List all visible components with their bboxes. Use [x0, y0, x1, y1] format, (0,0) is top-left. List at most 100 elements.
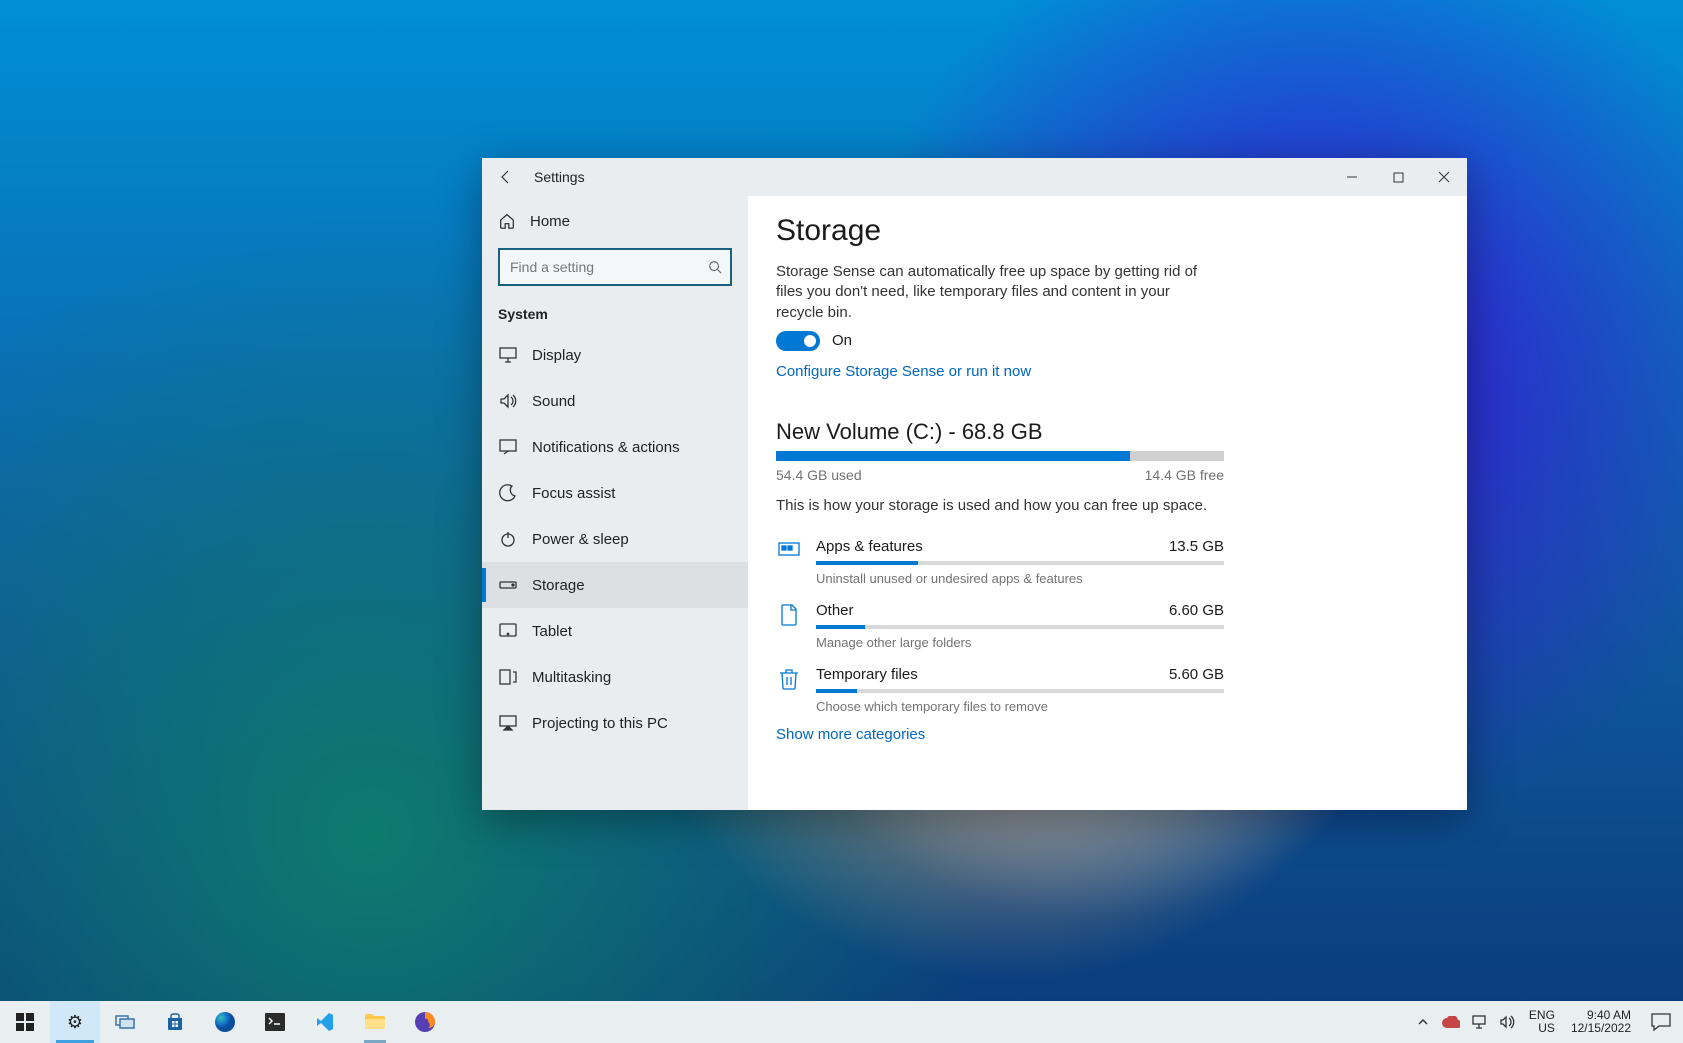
sidebar-item-power-sleep[interactable]: Power & sleep: [482, 516, 748, 562]
sidebar-item-label: Tablet: [532, 623, 572, 640]
category-icon: [776, 602, 802, 650]
tray-network[interactable]: [1465, 1015, 1493, 1029]
volume-used-label: 54.4 GB used: [776, 467, 862, 483]
power-sleep-icon: [498, 530, 518, 548]
multitasking-icon: [498, 669, 518, 685]
category-subtext: Manage other large folders: [816, 635, 1224, 650]
tray-language[interactable]: ENG US: [1521, 1009, 1563, 1035]
sidebar-item-display[interactable]: Display: [482, 332, 748, 378]
window-title: Settings: [534, 169, 585, 185]
page-title: Storage: [776, 214, 1439, 248]
sidebar-item-label: Multitasking: [532, 669, 611, 686]
storage-categories: Apps & features 13.5 GB Uninstall unused o…: [776, 528, 1224, 720]
category-bar-fill: [816, 561, 918, 565]
category-subtext: Choose which temporary files to remove: [816, 699, 1224, 714]
sidebar-item-sound[interactable]: Sound: [482, 378, 748, 424]
taskbar-app-firefox[interactable]: [400, 1001, 450, 1043]
cloud-icon: [1442, 1016, 1460, 1028]
terminal-icon: [265, 1013, 285, 1031]
category-bar: [816, 561, 1224, 565]
taskbar-app-file-explorer[interactable]: [350, 1001, 400, 1043]
taskbar-app-edge[interactable]: [200, 1001, 250, 1043]
back-button[interactable]: [482, 158, 530, 196]
volume-usage-subtext: This is how your storage is used and how…: [776, 497, 1439, 514]
taskbar: ⚙ ENG US 9:40 A: [0, 1001, 1683, 1043]
category-icon: [776, 666, 802, 714]
storage-category-row[interactable]: Apps & features 13.5 GB Uninstall unused o…: [776, 528, 1224, 592]
sidebar-item-label: Power & sleep: [532, 531, 629, 548]
maximize-button[interactable]: [1375, 158, 1421, 196]
tray-action-center[interactable]: [1639, 1012, 1683, 1032]
settings-content: Storage Storage Sense can automatically …: [748, 196, 1467, 810]
volume-heading: New Volume (C:) - 68.8 GB: [776, 419, 1439, 445]
gear-icon: ⚙: [67, 1012, 83, 1033]
tray-overflow-button[interactable]: [1409, 1016, 1437, 1028]
settings-window: Settings Home: [482, 158, 1467, 810]
sidebar-item-storage[interactable]: Storage: [482, 562, 748, 608]
sidebar-item-tablet[interactable]: Tablet: [482, 608, 748, 654]
sound-icon: [498, 393, 518, 409]
volume-usage-bar: [776, 451, 1224, 461]
search-box[interactable]: [498, 248, 732, 286]
title-bar: Settings: [482, 158, 1467, 196]
sidebar-home-label: Home: [530, 213, 570, 230]
close-icon: [1438, 171, 1450, 183]
search-icon: [702, 260, 722, 274]
edge-icon: [214, 1011, 236, 1033]
taskbar-app-terminal[interactable]: [250, 1001, 300, 1043]
sidebar-item-label: Projecting to this PC: [532, 715, 668, 732]
sidebar-nav-list: DisplaySoundNotifications & actions Focus…: [482, 332, 748, 810]
sidebar-item-projecting[interactable]: Projecting to this PC: [482, 700, 748, 746]
close-button[interactable]: [1421, 158, 1467, 196]
search-input[interactable]: [508, 258, 702, 276]
firefox-icon: [414, 1011, 436, 1033]
category-size: 13.5 GB: [1169, 538, 1224, 555]
category-bar-fill: [816, 689, 857, 693]
taskbar-app-task-view[interactable]: [100, 1001, 150, 1043]
sidebar-item-focus-assist[interactable]: Focus assist: [482, 470, 748, 516]
windows-logo-icon: [16, 1013, 34, 1031]
taskbar-app-settings[interactable]: ⚙: [50, 1001, 100, 1043]
system-tray: ENG US 9:40 AM 12/15/2022: [1409, 1001, 1683, 1043]
category-size: 5.60 GB: [1169, 666, 1224, 683]
window-controls: [1329, 158, 1467, 196]
sidebar-item-label: Focus assist: [532, 485, 615, 502]
category-subtext: Uninstall unused or undesired apps & fea…: [816, 571, 1224, 586]
chevron-up-icon: [1417, 1016, 1429, 1028]
tablet-icon: [498, 623, 518, 639]
tray-date: 12/15/2022: [1571, 1022, 1631, 1035]
show-more-categories-link[interactable]: Show more categories: [776, 726, 925, 743]
category-name: Apps & features: [816, 538, 923, 555]
start-button[interactable]: [0, 1001, 50, 1043]
task-view-icon: [115, 1014, 135, 1030]
storage-icon: [498, 578, 518, 592]
vscode-icon: [315, 1012, 335, 1032]
volume-free-label: 14.4 GB free: [1145, 467, 1224, 483]
settings-sidebar: Home System DisplaySoundNotifications & …: [482, 196, 748, 810]
category-size: 6.60 GB: [1169, 602, 1224, 619]
tray-onedrive[interactable]: [1437, 1016, 1465, 1028]
configure-storage-sense-link[interactable]: Configure Storage Sense or run it now: [776, 363, 1031, 380]
storage-sense-toggle-label: On: [832, 332, 852, 349]
category-bar-fill: [816, 625, 865, 629]
storage-category-row[interactable]: Temporary files5.60 GBChoose which tempo…: [776, 656, 1224, 720]
sidebar-home[interactable]: Home: [482, 200, 748, 242]
network-icon: [1471, 1015, 1487, 1029]
sidebar-item-label: Storage: [532, 577, 585, 594]
minimize-button[interactable]: [1329, 158, 1375, 196]
tray-volume[interactable]: [1493, 1015, 1521, 1029]
projecting-icon: [498, 715, 518, 731]
sidebar-item-multitasking[interactable]: Multitasking: [482, 654, 748, 700]
taskbar-app-microsoft-store[interactable]: [150, 1001, 200, 1043]
storage-category-row[interactable]: Other6.60 GBManage other large folders: [776, 592, 1224, 656]
storage-sense-toggle[interactable]: [776, 331, 820, 351]
sidebar-item-notifications[interactable]: Notifications & actions: [482, 424, 748, 470]
taskbar-app-vscode[interactable]: [300, 1001, 350, 1043]
store-icon: [165, 1012, 185, 1032]
category-icon: [776, 538, 802, 586]
tray-clock[interactable]: 9:40 AM 12/15/2022: [1563, 1009, 1639, 1035]
square-icon: [1393, 172, 1404, 183]
arrow-left-icon: [498, 169, 514, 185]
focus-assist-icon: [498, 484, 518, 502]
minimize-icon: [1346, 171, 1358, 183]
